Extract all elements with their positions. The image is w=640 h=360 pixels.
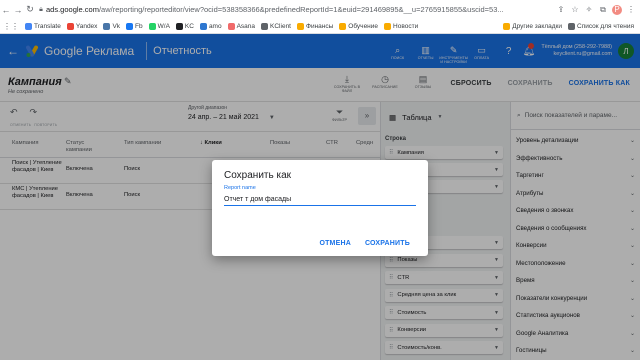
bookmark-item[interactable]: Vk [103,22,120,30]
bookmark-item[interactable]: Yandex [66,22,97,30]
url-path: /aw/reporting/reporteditor/view?ocid=538… [98,5,504,14]
reload-icon[interactable]: ↻ [24,4,36,15]
bookmark-favicon-icon [148,22,156,30]
reading-list-icon [568,22,575,30]
bookmark-favicon-icon [384,22,392,30]
report-name-label: Report name [224,185,256,191]
back-arrow-icon[interactable]: ← [0,5,12,15]
bookmark-item[interactable]: Fb [126,22,143,30]
menu-dots-icon[interactable]: ⋮ [626,5,636,15]
bookmark-item[interactable]: Список для чтения [568,22,634,30]
bookmark-item[interactable]: Asana [227,22,255,30]
lock-icon[interactable]: 🔒︎ [36,6,46,14]
bookmark-favicon-icon [25,22,32,30]
bookmark-favicon-icon [126,22,134,30]
bookmark-favicon-icon [261,22,269,30]
profile-badge[interactable]: P [612,4,622,15]
apps-grid-icon[interactable]: ⋮⋮ [3,22,19,31]
bookmark-item[interactable]: Другие закладки [503,22,562,30]
extension-icon[interactable]: ✧ [584,5,594,15]
bookmark-item[interactable]: KC [175,22,194,30]
dialog-title: Сохранить как [224,170,292,181]
save-as-dialog: Сохранить как Report name ОТМЕНА СОХРАНИ… [212,160,428,256]
bookmark-favicon-icon [199,22,207,30]
browser-toolbar: ← → ↻ 🔒︎ ads.google.com/aw/reporting/rep… [0,0,640,19]
bookmark-favicon-icon [103,22,111,30]
forward-arrow-icon[interactable]: → [12,5,24,15]
bookmark-item[interactable]: Обучение [339,22,378,30]
bookmark-item[interactable]: KClient [261,22,291,30]
bookmark-favicon-icon [227,22,235,30]
bookmark-favicon-icon [297,22,304,30]
report-name-input[interactable] [224,193,416,206]
puzzle-icon[interactable]: ⧉ [598,5,608,15]
bookmark-item[interactable]: amo [199,22,222,30]
address-bar[interactable]: ads.google.com/aw/reporting/reporteditor… [46,5,556,14]
folder-icon [503,22,511,30]
bookmark-item[interactable]: W/A [148,22,170,30]
bookmark-item[interactable]: Translate [25,22,61,30]
url-host: ads.google.com [46,5,99,14]
bookmark-favicon-icon [175,22,183,30]
star-icon[interactable]: ☆ [570,5,580,15]
cancel-button[interactable]: ОТМЕНА [319,240,351,247]
bookmarks-bar: ⋮⋮ Translate Yandex Vk Fb W/A KC amo Asana KClie… [0,19,640,34]
bookmark-favicon-icon [339,22,347,30]
bookmark-item[interactable]: Финансы [297,22,333,30]
bookmark-item[interactable]: Новости [384,22,418,30]
bookmark-favicon-icon [66,22,74,30]
share-icon[interactable]: ⇪ [556,5,566,15]
dialog-save-button[interactable]: СОХРАНИТЬ [365,240,410,247]
